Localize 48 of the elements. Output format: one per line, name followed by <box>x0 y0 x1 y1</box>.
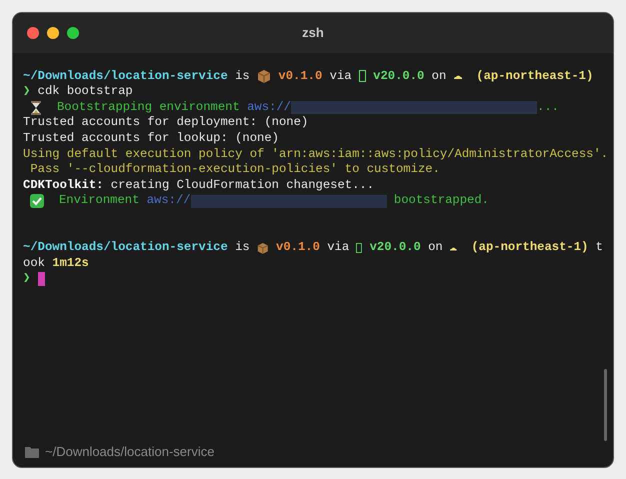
terminal-text: v0.1.0 <box>277 68 322 84</box>
terminal-text: t <box>594 240 603 256</box>
terminal-text: (ap-northeast-1) <box>470 240 588 256</box>
terminal-text: creating CloudFormation changeset... <box>110 178 374 194</box>
terminal-text: aws:// <box>247 100 291 116</box>
zoom-button[interactable] <box>67 27 79 39</box>
terminal-text: aws:// <box>146 193 191 209</box>
prompt-symbol: ❯ <box>23 271 30 287</box>
terminal-text: via <box>326 240 350 256</box>
terminal-text: is <box>234 68 251 84</box>
cloud-icon <box>450 244 457 251</box>
terminal-text: Environment <box>58 193 140 209</box>
terminal-text: ~/Downloads/location-service <box>23 68 228 84</box>
terminal-text: Trusted accounts for deployment: (none) <box>23 115 308 131</box>
prompt-symbol: ❯ <box>23 84 30 100</box>
terminal-text: cdk bootstrap <box>36 84 133 100</box>
terminal-text: ... <box>537 100 559 116</box>
text-cursor <box>38 272 45 286</box>
terminal-text: Trusted accounts for lookup: (none) <box>23 130 279 147</box>
terminal-text: bootstrapped. <box>392 193 490 209</box>
package-icon <box>257 69 272 84</box>
check-icon <box>30 194 44 208</box>
window-title: zsh <box>302 25 324 40</box>
terminal-text: ~/Downloads/location-service <box>23 240 228 256</box>
box-icon <box>356 242 362 254</box>
directory-path: ~/Downloads/location-service <box>45 443 214 462</box>
terminal-text: (ap-northeast-1) <box>475 68 594 84</box>
terminal-text: Pass '--cloudformation-execution-policies' to customize. <box>29 162 440 178</box>
terminal-text: on <box>427 240 444 256</box>
terminal-text: on <box>430 68 448 84</box>
minimize-button[interactable] <box>47 27 59 39</box>
terminal-text: Bootstrapping environment <box>56 100 241 116</box>
terminal-text: is <box>234 240 251 256</box>
terminal-text: ook <box>23 256 46 272</box>
box-icon <box>358 70 366 82</box>
terminal-text: Using default execution policy of 'arn:aws:iam::aws:policy/AdministratorAccess'. <box>23 146 608 162</box>
terminal-text: CDKToolkit: <box>23 178 104 194</box>
scrollbar[interactable] <box>604 369 607 441</box>
close-button[interactable] <box>27 27 39 39</box>
hourglass-icon <box>30 100 42 115</box>
folder-icon <box>25 446 39 458</box>
terminal-text: 1m12s <box>52 256 89 272</box>
terminal-text: v20.0.0 <box>368 240 421 256</box>
terminal-text: v0.1.0 <box>275 240 320 256</box>
terminal-text: v20.0.0 <box>372 68 424 84</box>
cloud-icon <box>454 73 462 80</box>
terminal-text: via <box>328 68 353 84</box>
package-icon <box>257 240 269 255</box>
